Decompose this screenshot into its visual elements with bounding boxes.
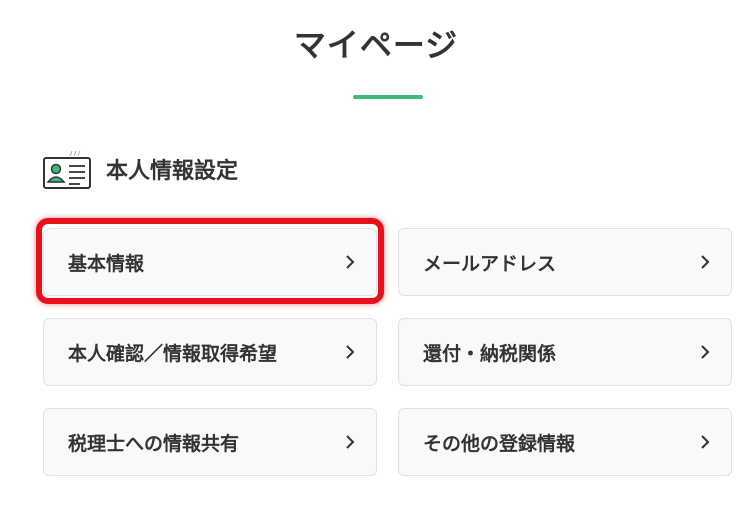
card-email-address[interactable]: メールアドレス <box>398 228 732 296</box>
chevron-right-icon <box>346 345 355 359</box>
card-identity-verification[interactable]: 本人確認／情報取得希望 <box>43 318 377 386</box>
card-basic-info[interactable]: 基本情報 <box>43 228 377 296</box>
chevron-right-icon <box>346 255 355 269</box>
card-label: 税理士への情報共有 <box>68 432 240 455</box>
card-label: その他の登録情報 <box>423 432 576 455</box>
title-underline <box>353 95 423 99</box>
page-title: マイページ <box>293 26 459 64</box>
card-label: 基本情報 <box>68 252 145 275</box>
section-title: 本人情報設定 <box>106 159 239 184</box>
card-refund-payment[interactable]: 還付・納税関係 <box>398 318 732 386</box>
chevron-right-icon <box>701 435 710 449</box>
id-card-icon <box>43 150 91 189</box>
section-header: 本人情報設定 <box>42 148 238 190</box>
card-tax-accountant-sharing[interactable]: 税理士への情報共有 <box>43 408 377 476</box>
card-label: 還付・納税関係 <box>423 342 557 365</box>
card-label: メールアドレス <box>423 252 557 275</box>
chevron-right-icon <box>701 255 710 269</box>
chevron-right-icon <box>346 435 355 449</box>
chevron-right-icon <box>701 345 710 359</box>
card-label: 本人確認／情報取得希望 <box>68 342 278 365</box>
card-other-registration[interactable]: その他の登録情報 <box>398 408 732 476</box>
